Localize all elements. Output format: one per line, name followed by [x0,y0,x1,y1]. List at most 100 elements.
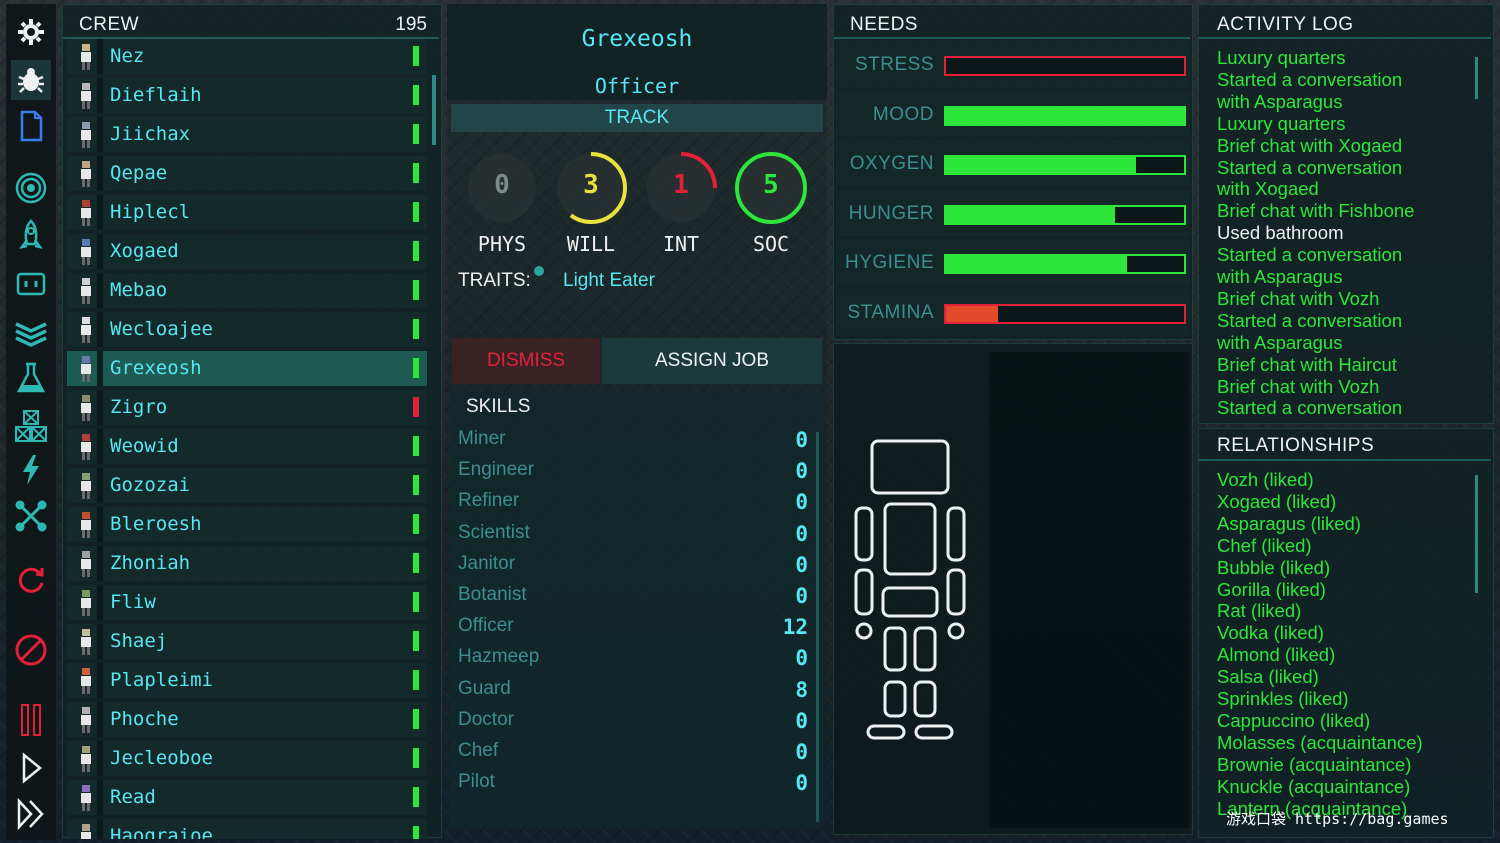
crew-member-row[interactable]: Fliw [67,585,427,620]
dismiss-button[interactable]: DISMISS [452,338,600,384]
need-bar-fill [946,107,1184,124]
gear-icon[interactable] [11,12,51,52]
crew-member-name: Plapleimi [110,669,213,691]
crew-member-row[interactable]: Grexeosh [67,351,427,386]
refresh-icon[interactable] [11,560,51,600]
stat-will-ring: 3 [551,148,631,232]
relationship-entry[interactable]: Bubble (liked) [1217,557,1330,579]
socket-icon[interactable] [11,264,51,304]
crew-member-row[interactable]: Jecleoboe [67,741,427,776]
relationship-entry[interactable]: Knuckle (acquaintance) [1217,776,1410,798]
crew-member-row[interactable]: Gozozai [67,468,427,503]
assign-job-button[interactable]: ASSIGN JOB [602,338,822,384]
fast-forward-icon[interactable] [11,794,51,834]
skill-row[interactable]: Chef 0 [458,740,808,768]
tools-icon[interactable] [11,496,51,536]
skills-scrollbar[interactable] [816,432,819,822]
pause-icon[interactable] [11,700,51,740]
relationship-entry[interactable]: Vozh (liked) [1217,469,1314,491]
crew-row-separator [97,702,103,737]
skill-value: 0 [795,521,808,546]
crew-scrollbar[interactable] [432,75,436,145]
crew-avatar-icon [81,551,91,577]
relationship-entry[interactable]: Sprinkles (liked) [1217,688,1349,710]
activity-log-entry: with Asparagus [1217,331,1343,353]
crew-list[interactable]: Nez Dieflaih Jiichax Qepae Hiplecl Xogaed Meba… [63,39,433,839]
activity-log-scrollbar[interactable] [1475,57,1478,99]
crew-member-row[interactable]: Qepae [67,156,427,191]
relationship-entry[interactable]: Xogaed (liked) [1217,491,1336,513]
radar-icon[interactable] [11,168,51,208]
trait-light-eater[interactable]: Light Eater [563,270,655,292]
crew-member-name: Mebao [110,279,168,301]
crew-member-row[interactable]: Hiplecl [67,195,427,230]
crew-member-row[interactable]: Read [67,780,427,815]
relationship-entry[interactable]: Chef (liked) [1217,535,1312,557]
relationship-entry[interactable]: Cappuccino (liked) [1217,710,1370,732]
crew-member-row[interactable]: Haograioe [67,819,427,839]
relationship-entry[interactable]: Rat (liked) [1217,600,1301,622]
left-shin [883,680,907,718]
flask-icon[interactable] [11,358,51,398]
stat-label: WILL [566,232,616,256]
skill-row[interactable]: Officer 12 [458,615,808,643]
relationship-entry[interactable]: Asparagus (liked) [1217,513,1361,535]
skill-row[interactable]: Guard 8 [458,678,808,706]
crew-member-name: Nez [110,45,145,67]
crew-member-row[interactable]: Zhoniah [67,546,427,581]
crew-member-row[interactable]: Mebao [67,273,427,308]
crew-member-row[interactable]: Weowid [67,429,427,464]
skill-row[interactable]: Hazmeep 0 [458,646,808,674]
head-part [870,439,950,495]
crew-member-name: Phoche [110,708,179,730]
body-diagram[interactable] [850,436,970,746]
activity-log-entry: Started a conversation [1217,156,1403,178]
skill-row[interactable]: Scientist 0 [458,522,808,550]
crew-member-row[interactable]: Nez [67,39,427,74]
crew-member-row[interactable]: Zigro [67,390,427,425]
crew-avatar-icon [81,434,91,460]
skill-row[interactable]: Botanist 0 [458,584,808,612]
layers-icon[interactable] [11,312,51,352]
document-icon[interactable] [11,106,51,146]
crew-member-row[interactable]: Wecloajee [67,312,427,347]
relationship-entry[interactable]: Almond (liked) [1217,644,1335,666]
lightning-icon[interactable] [11,450,51,490]
crew-row-separator [97,78,103,113]
relationship-entry[interactable]: Vodka (liked) [1217,622,1324,644]
skill-row[interactable]: Janitor 0 [458,553,808,581]
bug-icon[interactable] [11,60,51,100]
crew-member-row[interactable]: Phoche [67,702,427,737]
main-toolbar [6,4,56,840]
cancel-icon[interactable] [11,630,51,670]
skill-row[interactable]: Engineer 0 [458,459,808,487]
crates-icon[interactable] [11,406,51,446]
relationships-scrollbar[interactable] [1475,475,1478,593]
crew-member-row[interactable]: Dieflaih [67,78,427,113]
relationship-entry[interactable]: Molasses (acquaintance) [1217,732,1423,754]
crew-member-row[interactable]: Plapleimi [67,663,427,698]
skill-row[interactable]: Pilot 0 [458,771,808,799]
crew-member-row[interactable]: Xogaed [67,234,427,269]
need-label: STRESS [854,54,934,75]
skill-row[interactable]: Miner 0 [458,428,808,456]
crew-avatar-icon [81,278,91,304]
stat-int-ring: 1 [641,148,721,232]
relationship-entry[interactable]: Gorilla (liked) [1217,579,1326,601]
need-label: MOOD [872,103,934,125]
right-thigh [913,626,937,672]
rocket-icon[interactable] [11,216,51,256]
crew-member-name: Zhoniah [110,552,191,574]
skill-row[interactable]: Doctor 0 [458,709,808,737]
crew-member-row[interactable]: Shaej [67,624,427,659]
relationship-entry[interactable]: Salsa (liked) [1217,666,1319,688]
crew-member-name: Gozozai [110,474,191,496]
play-icon[interactable] [11,748,51,788]
crew-member-row[interactable]: Jiichax [67,117,427,152]
right-hand [947,622,965,640]
skill-row[interactable]: Refiner 0 [458,490,808,518]
injury-list [989,352,1189,828]
track-button[interactable]: TRACK [451,104,823,132]
crew-member-row[interactable]: Bleroesh [67,507,427,542]
relationship-entry[interactable]: Brownie (acquaintance) [1217,754,1411,776]
